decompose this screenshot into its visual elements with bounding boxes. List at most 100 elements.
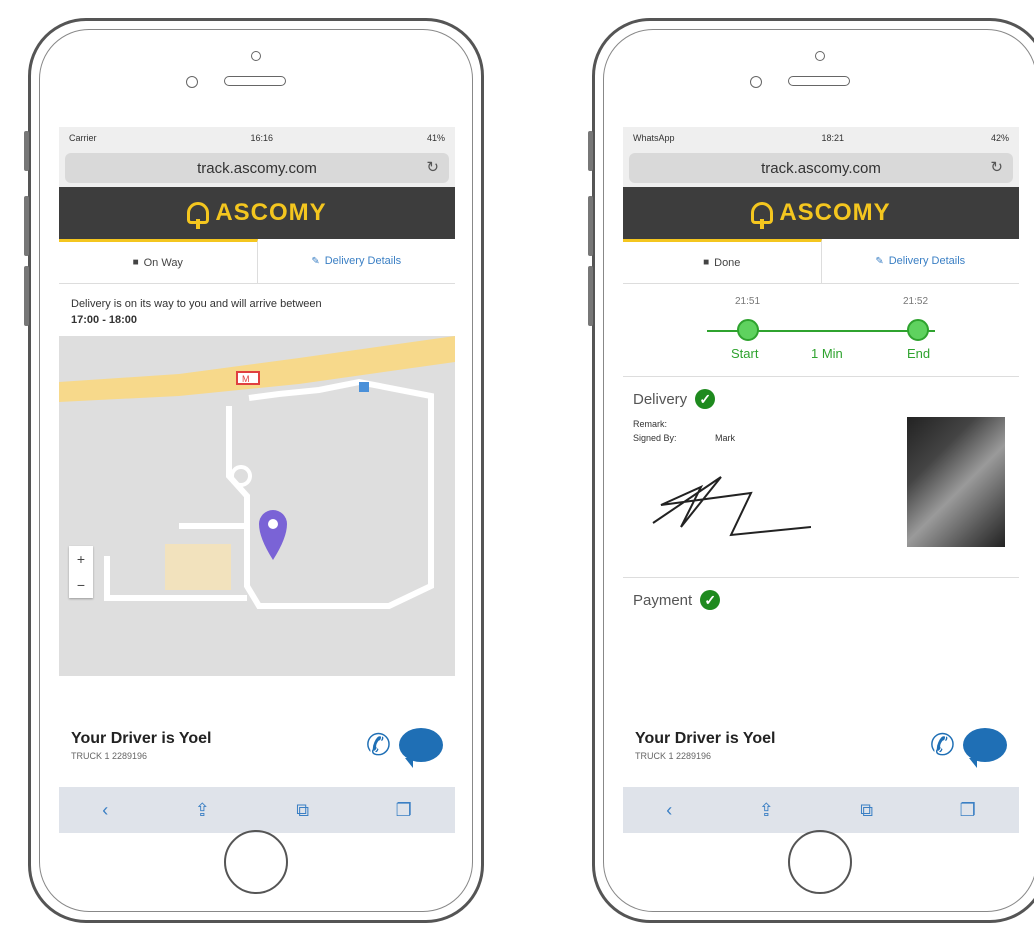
clock: 16:16	[250, 133, 274, 143]
payment-section: Payment ✓	[623, 577, 1019, 638]
browser-toolbar: ‹ ⇪ ⧉ ❐	[623, 787, 1019, 833]
driver-info: Your Driver is Yoel TRUCK 1 2289196	[71, 730, 212, 761]
proximity-sensor	[186, 76, 198, 88]
brand-header: ASCOMY	[59, 187, 455, 239]
call-icon[interactable]: ✆	[930, 728, 955, 763]
tab-delivery-details-label: Delivery Details	[888, 255, 966, 267]
delivery-message: Delivery is on its way to you and will a…	[59, 284, 455, 336]
volume-down-button	[588, 266, 593, 326]
tab-done[interactable]: ■ Done	[623, 239, 822, 283]
driver-name: Your Driver is Yoel	[635, 729, 776, 747]
pin-dot	[268, 519, 278, 529]
signature-image	[652, 476, 811, 537]
poi-marker-icon	[359, 382, 369, 392]
truck-icon: ■	[703, 257, 710, 268]
delivery-message-text: Delivery is on its way to you and will a…	[71, 298, 322, 310]
delivery-timeline: 21:51 21:52 Start 1 Min End	[623, 284, 1019, 376]
url-text: track.ascomy.com	[761, 159, 881, 177]
volume-up-button	[24, 196, 29, 256]
driver-panel: Your Driver is Yoel TRUCK 1 2289196 ✆	[623, 713, 1019, 777]
tabs-icon[interactable]: ❐	[396, 800, 412, 821]
reload-icon[interactable]: ↻	[990, 158, 1003, 176]
check-icon: ✓	[695, 389, 716, 409]
bookmarks-icon[interactable]: ⧉	[296, 800, 309, 821]
browser-toolbar: ‹ ⇪ ⧉ ❐	[59, 787, 455, 833]
map-zoom-control: + −	[69, 546, 93, 598]
zoom-out-button[interactable]: −	[77, 577, 85, 593]
earpiece-speaker	[788, 76, 850, 86]
driver-panel: Your Driver is Yoel TRUCK 1 2289196 ✆	[59, 713, 455, 777]
map-view[interactable]: M + −	[59, 336, 455, 676]
url-field[interactable]: track.ascomy.com ↻	[65, 153, 449, 183]
front-camera	[251, 51, 261, 61]
silent-switch	[588, 131, 593, 171]
volume-down-button	[24, 266, 29, 326]
share-icon[interactable]: ⇪	[195, 800, 210, 821]
tab-bar: ■ Done ✎ Delivery Details	[623, 239, 1019, 284]
tabs-icon[interactable]: ❐	[960, 800, 976, 821]
truck-icon: ■	[132, 257, 139, 268]
chat-icon[interactable]	[399, 728, 443, 768]
url-text: track.ascomy.com	[197, 159, 317, 177]
call-icon[interactable]: ✆	[366, 728, 391, 763]
end-label: End	[907, 346, 931, 361]
back-icon[interactable]: ‹	[102, 800, 108, 821]
reload-icon[interactable]: ↻	[426, 158, 439, 176]
edit-icon: ✎	[311, 255, 320, 267]
duration-label: 1 Min	[811, 346, 843, 361]
tab-delivery-details[interactable]: ✎ Delivery Details	[258, 239, 456, 283]
tab-delivery-details[interactable]: ✎ Delivery Details	[822, 239, 1020, 283]
ascomy-logo-icon	[751, 202, 774, 229]
driver-info: Your Driver is Yoel TRUCK 1 2289196	[635, 730, 776, 761]
tab-on-way-label: On Way	[143, 256, 183, 269]
back-icon[interactable]: ‹	[666, 800, 672, 821]
brand-header: ASCOMY	[623, 187, 1019, 239]
road-shield-label: M	[242, 374, 250, 384]
browser-address-bar: track.ascomy.com ↻	[623, 149, 1019, 187]
tab-on-way[interactable]: ■ On Way	[59, 239, 258, 283]
driver-truck: TRUCK 1 2289196	[635, 750, 712, 761]
battery-label: 42%	[990, 133, 1009, 143]
payment-title-row: Payment ✓	[633, 590, 1009, 610]
start-time: 21:51	[735, 296, 761, 307]
check-icon: ✓	[700, 590, 721, 610]
phone-frame-right: WhatsApp 18:21 42% track.ascomy.com ↻ AS…	[588, 18, 1034, 923]
start-label: Start	[731, 346, 759, 361]
home-button[interactable]	[788, 830, 852, 894]
end-node	[907, 319, 929, 341]
payment-title: Payment	[633, 591, 693, 609]
edit-icon: ✎	[875, 255, 884, 267]
battery-label: 41%	[426, 133, 445, 143]
bookmarks-icon[interactable]: ⧉	[860, 800, 873, 821]
map-graphic: M	[59, 336, 455, 676]
parking-lot	[165, 544, 231, 590]
chat-icon[interactable]	[963, 728, 1007, 768]
brand-name: ASCOMY	[779, 199, 891, 226]
url-field[interactable]: track.ascomy.com ↻	[629, 153, 1013, 183]
signed-label: Signed By:	[633, 433, 677, 443]
contact-actions: ✆	[930, 728, 1007, 768]
delivery-photo[interactable]	[907, 417, 1005, 547]
contact-actions: ✆	[366, 728, 443, 768]
phone-frame-left: Carrier 16:16 41% track.ascomy.com ↻ ASC…	[24, 18, 484, 923]
delivery-title: Delivery	[633, 390, 688, 408]
front-camera	[815, 51, 825, 61]
screen-right: WhatsApp 18:21 42% track.ascomy.com ↻ AS…	[623, 127, 1019, 833]
signed-value: Mark	[715, 433, 736, 443]
delivery-section: Delivery ✓ Remark: Signed By: Mark	[623, 376, 1019, 577]
zoom-in-button[interactable]: +	[77, 551, 85, 567]
proximity-sensor	[750, 76, 762, 88]
ascomy-logo-icon	[187, 202, 210, 229]
brand-name: ASCOMY	[215, 199, 327, 226]
share-icon[interactable]: ⇪	[759, 800, 774, 821]
clock: 18:21	[821, 133, 845, 143]
status-bar: WhatsApp 18:21 42%	[623, 127, 1019, 149]
tab-bar: ■ On Way ✎ Delivery Details	[59, 239, 455, 284]
status-bar: Carrier 16:16 41%	[59, 127, 455, 149]
earpiece-speaker	[224, 76, 286, 86]
driver-name: Your Driver is Yoel	[71, 729, 212, 747]
tab-delivery-details-label: Delivery Details	[324, 255, 402, 267]
home-button[interactable]	[224, 830, 288, 894]
silent-switch	[24, 131, 29, 171]
driver-truck: TRUCK 1 2289196	[71, 750, 148, 761]
